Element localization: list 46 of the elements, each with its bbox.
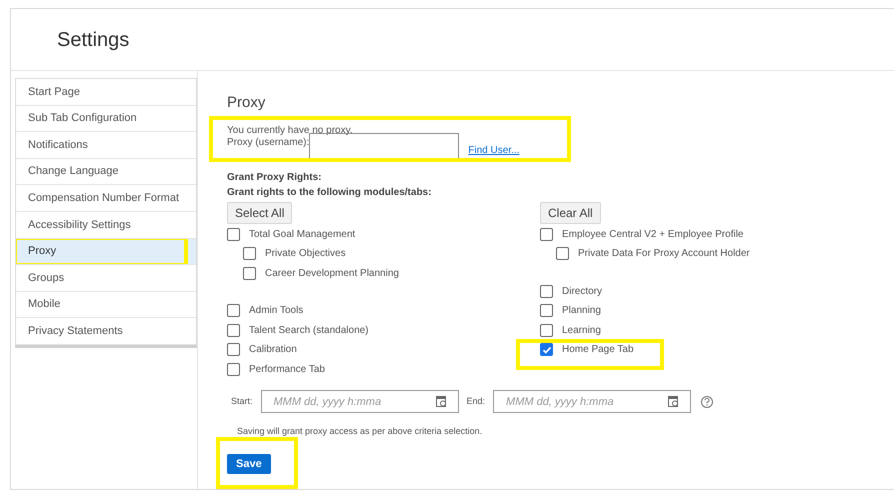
checkbox[interactable] [556,247,569,260]
checkbox[interactable] [243,247,256,260]
help-icon[interactable] [701,396,714,408]
checkbox[interactable] [540,304,553,318]
page-title: Settings [57,28,130,52]
checkbox-label: Private Data For Proxy Account Holder [578,247,750,262]
checkbox[interactable] [540,324,553,337]
calendar-icon [436,395,447,407]
checkbox-label: Home Page Tab [562,343,634,358]
checkbox[interactable] [540,343,553,356]
end-date-field[interactable]: MMM dd, yyyy h:mma [493,390,692,413]
field-label: Proxy (username): [227,136,310,148]
section-heading: Proxy [227,93,266,113]
checkbox-label: Admin Tools [249,304,304,318]
checkbox-label: Planning [562,304,601,318]
checkbox[interactable] [227,304,240,318]
clear-all-button[interactable]: Clear All [540,202,601,224]
rights-intro: Grant rights to the following modules/tabs: [227,186,432,200]
checkbox[interactable] [243,266,256,280]
checkbox-label: Total Goal Management [249,228,356,242]
checkbox-label: Private Objectives [265,247,346,262]
checkbox-label: Employee Central V2 + Employee Profile [562,228,744,242]
find-user-link[interactable]: Find User... [468,144,520,156]
rights-heading: Grant Proxy Rights: [227,170,322,184]
select-all-button[interactable]: Select All [227,202,292,224]
checkbox-label: Directory [562,284,602,299]
sidebar-item[interactable]: Proxy [16,238,196,266]
checkbox[interactable] [227,362,240,376]
status-text: You currently have no proxy. [227,124,354,136]
checkbox[interactable] [227,343,240,356]
checkbox-label: Performance Tab [249,362,325,377]
calendar-icon [668,395,680,407]
checkbox[interactable] [540,228,553,241]
checkbox[interactable] [540,284,553,298]
checkbox-label: Calibration [249,343,297,358]
sidebar-item[interactable]: Sub Tab Configuration [16,106,196,132]
field-label: Start: [231,394,253,408]
checkbox-label: Talent Search (standalone) [249,324,369,338]
start-date-field[interactable]: MMM dd, yyyy h:mma [260,390,459,413]
field-label: End: [466,394,486,408]
checkbox-label: Learning [562,324,601,338]
checkbox[interactable] [227,324,240,337]
save-button[interactable]: Save [227,454,271,474]
checkbox[interactable] [227,228,240,241]
info-text: Saving will grant proxy access as per above criteria selection. [237,425,484,438]
checkbox-label: Career Development Planning [265,266,399,281]
